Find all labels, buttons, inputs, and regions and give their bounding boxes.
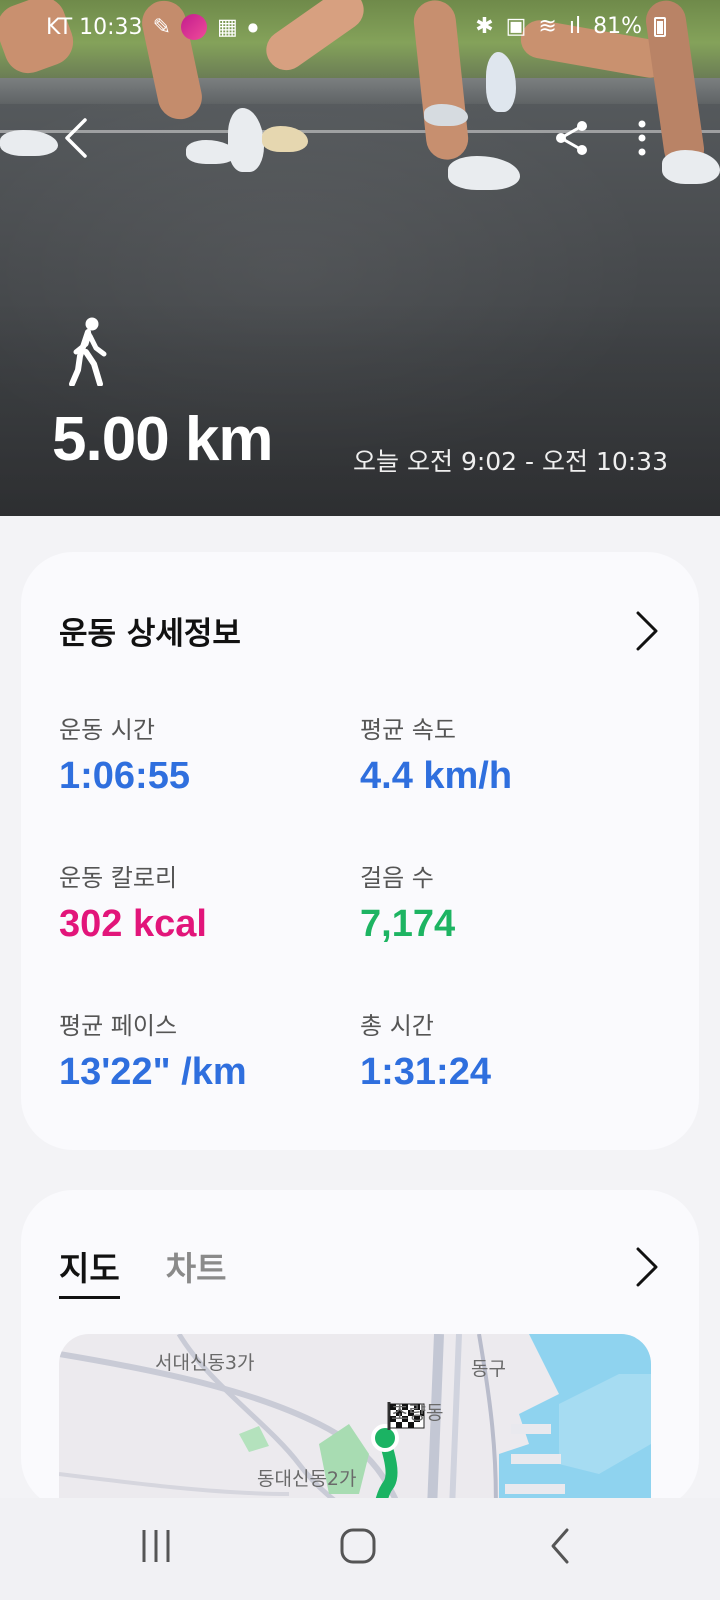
stat-calories: 운동 칼로리 302 kcal	[59, 858, 207, 946]
details-title: 운동 상세정보	[59, 616, 241, 652]
recent-apps-button[interactable]	[116, 1516, 196, 1576]
stat-steps: 걸음 수 7,174	[360, 858, 455, 946]
signal-icon: ıl	[568, 14, 582, 39]
notification-dot-icon: ●	[247, 20, 259, 34]
stat-label: 평균 페이스	[59, 1012, 178, 1040]
stat-workout-time: 운동 시간 1:06:55	[59, 710, 190, 798]
stat-value: 1:06:55	[59, 755, 190, 797]
stat-value: 302 kcal	[59, 903, 207, 945]
hero-photo-curb	[0, 78, 720, 104]
nav-back-icon	[551, 1528, 569, 1564]
map-label: 서대신동3가	[155, 1352, 255, 1374]
battery-level: 81%	[593, 14, 642, 39]
stat-total-time: 총 시간 1:31:24	[360, 1006, 491, 1094]
notification-icon: ▦	[217, 14, 238, 40]
details-expand-button[interactable]	[627, 606, 667, 656]
more-options-button[interactable]	[614, 110, 670, 166]
chevron-right-icon	[636, 1247, 658, 1287]
stat-label: 평균 속도	[360, 716, 456, 744]
map-label: 동구	[471, 1358, 506, 1380]
stat-label: 걸음 수	[360, 864, 434, 892]
tab-map[interactable]: 지도	[59, 1242, 120, 1299]
back-arrow-icon	[65, 118, 87, 158]
share-button[interactable]	[544, 110, 600, 166]
stat-avg-pace: 평균 페이스 13'22" /km	[59, 1006, 247, 1094]
status-carrier-time: KT 10:33	[46, 14, 143, 40]
stat-label: 총 시간	[360, 1012, 434, 1040]
share-icon	[556, 121, 587, 155]
map-chart-tabs: 지도 차트	[59, 1242, 226, 1299]
battery-icon	[654, 16, 666, 37]
hero-banner: KT 10:33 ✎ ▦ ● ✱ ▣ ≋ ıl 81% 5.00 km 오늘 오…	[0, 0, 720, 516]
status-bar: KT 10:33 ✎ ▦ ● ✱ ▣ ≋ ıl 81%	[0, 10, 720, 46]
route-map[interactable]: 서대신동3가 동구 초량동 동대신동2가	[59, 1334, 651, 1510]
map-label: 동대신동2가	[257, 1468, 357, 1490]
workout-details-card[interactable]: 운동 상세정보 운동 시간 1:06:55 평균 속도 4.4 km/h 운동 …	[21, 552, 699, 1150]
nfc-icon: ▣	[505, 14, 527, 39]
map-label: 초량동	[391, 1402, 444, 1424]
bluetooth-icon: ✱	[475, 14, 494, 39]
system-navigation-bar	[0, 1498, 720, 1600]
stat-avg-speed: 평균 속도 4.4 km/h	[360, 710, 512, 798]
map-expand-button[interactable]	[627, 1242, 667, 1292]
home-button[interactable]	[318, 1516, 398, 1576]
hero-photo-road-line	[0, 130, 720, 133]
home-icon	[340, 1528, 376, 1564]
tab-chart[interactable]: 차트	[166, 1242, 227, 1299]
more-vertical-icon	[638, 120, 646, 156]
nav-back-button[interactable]	[520, 1516, 600, 1576]
stat-value: 13'22" /km	[59, 1051, 247, 1093]
map-chart-card: 지도 차트 서대신동3가 동구 초량동 동대신동2가	[21, 1190, 699, 1510]
workout-time-range: 오늘 오전 9:02 - 오전 10:33	[353, 447, 668, 476]
notification-badge-icon	[181, 14, 207, 40]
total-distance: 5.00 km	[52, 405, 274, 474]
recent-apps-icon	[142, 1530, 170, 1562]
stat-label: 운동 칼로리	[59, 864, 178, 892]
stat-value: 1:31:24	[360, 1051, 491, 1093]
stat-label: 운동 시간	[59, 716, 155, 744]
chevron-right-icon	[636, 611, 658, 651]
back-button[interactable]	[48, 110, 104, 166]
walking-person-icon	[69, 317, 107, 386]
pen-icon: ✎	[152, 14, 171, 40]
stat-value: 4.4 km/h	[360, 755, 513, 797]
wifi-icon: ≋	[538, 14, 557, 39]
stat-value: 7,174	[360, 903, 456, 945]
